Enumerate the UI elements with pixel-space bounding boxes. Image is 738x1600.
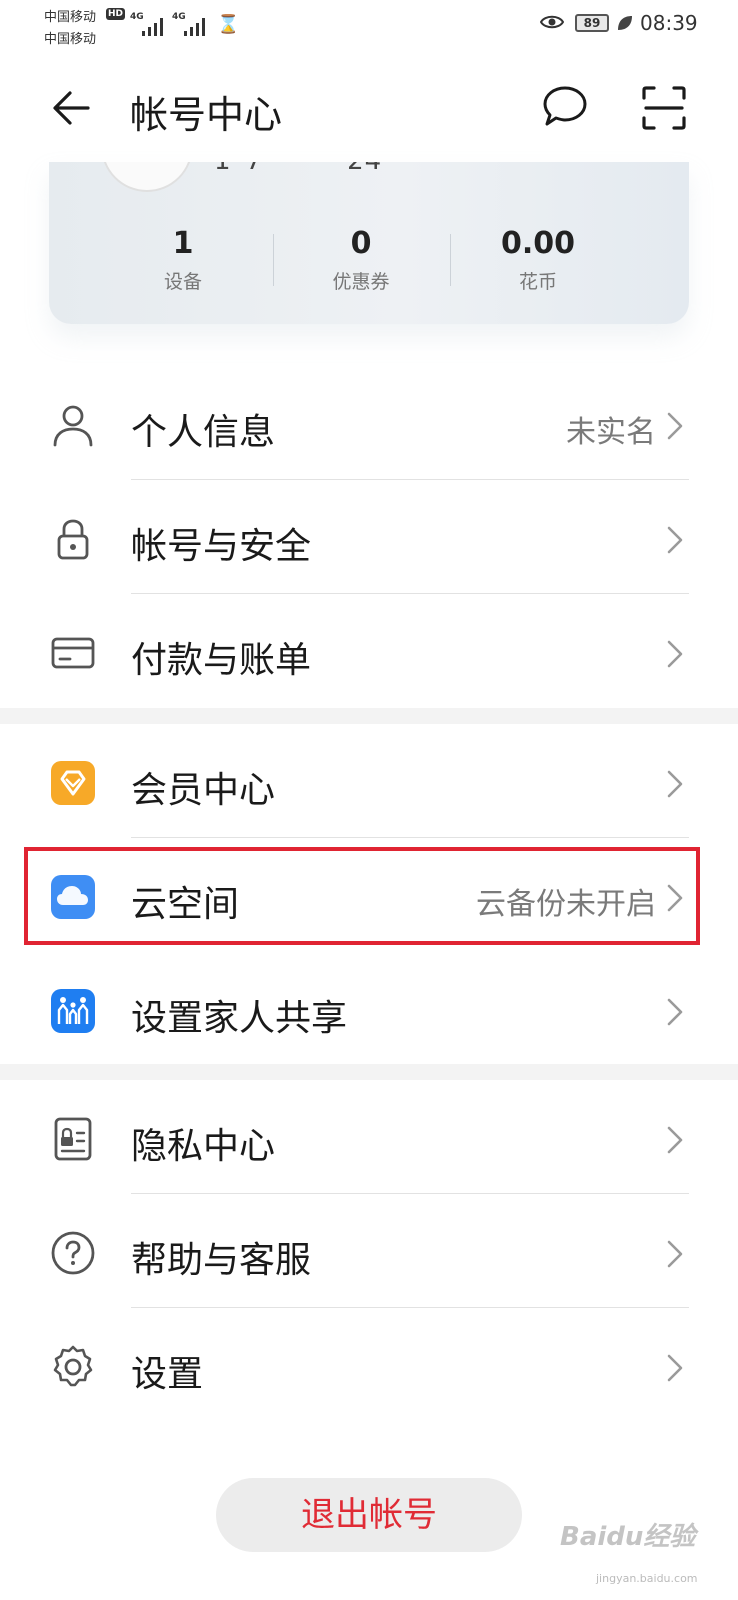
chevron-right-icon [667, 526, 683, 554]
baidu-watermark: Baidu经验 [560, 1522, 696, 1552]
lock-icon [57, 519, 89, 560]
menu-item-label: 会员中心 [131, 770, 276, 811]
chevron-right-icon [667, 640, 683, 668]
hourglass-icon: ⌛ [217, 14, 240, 35]
stat-devices[interactable]: 1 设备 [93, 226, 273, 294]
status-bar: 中国移动 HD 中国移动 4G 4G ⌛ 89 08:39 [0, 0, 738, 56]
carrier-1: 中国移动 [44, 10, 97, 25]
stat-value: 1 [172, 226, 194, 261]
menu-item-vip-center[interactable]: 会员中心 [0, 724, 738, 838]
privacy-icon [54, 1117, 92, 1161]
chevron-right-icon [667, 770, 683, 798]
stat-value: 0.00 [500, 226, 576, 261]
section-gap [0, 1064, 738, 1080]
menu-item-payments-billing[interactable]: 付款与账单 [0, 594, 738, 708]
leaf-icon [618, 16, 632, 30]
stat-coins[interactable]: 0.00 花币 [448, 226, 628, 294]
message-icon[interactable] [540, 82, 590, 132]
back-icon[interactable] [48, 84, 96, 132]
section-gap [0, 708, 738, 724]
hd-badge: HD [106, 8, 126, 20]
clock: 08:39 [640, 11, 698, 35]
avatar[interactable] [101, 162, 193, 192]
stat-label: 优惠券 [332, 271, 390, 293]
account-id: 1*7******24 [214, 162, 382, 176]
menu-item-label: 隐私中心 [131, 1126, 276, 1167]
menu-item-settings[interactable]: 设置 [0, 1308, 738, 1422]
person-icon [53, 405, 93, 447]
settings-gear-icon [53, 1345, 93, 1387]
chevron-right-icon [667, 1126, 683, 1154]
chevron-right-icon [667, 1240, 683, 1268]
menu-item-label: 付款与账单 [131, 640, 312, 681]
carrier-2: 中国移动 [44, 32, 97, 47]
menu-item-label: 帐号与安全 [131, 526, 312, 567]
highlight-annotation-box [24, 847, 700, 945]
family-share-icon [51, 989, 95, 1033]
menu-item-label: 设置家人共享 [131, 998, 348, 1039]
battery-indicator: 89 [575, 14, 609, 32]
menu-item-family-sharing[interactable]: 设置家人共享 [0, 952, 738, 1066]
menu-item-help-support[interactable]: 帮助与客服 [0, 1194, 738, 1308]
menu-item-label: 帮助与客服 [131, 1240, 312, 1281]
logout-button[interactable]: 退出帐号 [216, 1478, 522, 1552]
vip-diamond-icon [51, 761, 95, 805]
menu-item-personal-info[interactable]: 个人信息 未实名 [0, 366, 738, 480]
card-icon [51, 637, 95, 669]
menu-item-privacy-center[interactable]: 隐私中心 [0, 1080, 738, 1194]
menu-item-account-security[interactable]: 帐号与安全 [0, 480, 738, 594]
chevron-right-icon [667, 412, 683, 440]
stat-label: 花币 [518, 271, 557, 293]
page-title: 帐号中心 [130, 93, 283, 137]
stat-label: 设备 [163, 271, 202, 293]
help-icon [51, 1231, 95, 1275]
menu-item-label: 个人信息 [131, 412, 276, 453]
app-header: 帐号中心 [0, 60, 738, 160]
watermark-url: jingyan.baidu.com [596, 1572, 698, 1585]
chevron-right-icon [667, 1354, 683, 1382]
menu-item-value: 未实名 [566, 415, 656, 450]
eye-icon [540, 15, 564, 29]
menu-item-label: 设置 [131, 1354, 204, 1395]
stat-value: 0 [350, 226, 372, 261]
profile-card[interactable]: 1*7******24 1 设备 0 优惠券 0.00 花币 [49, 162, 689, 324]
stat-coupons[interactable]: 0 优惠券 [271, 226, 451, 294]
chevron-right-icon [667, 998, 683, 1026]
scan-icon[interactable] [640, 84, 688, 132]
